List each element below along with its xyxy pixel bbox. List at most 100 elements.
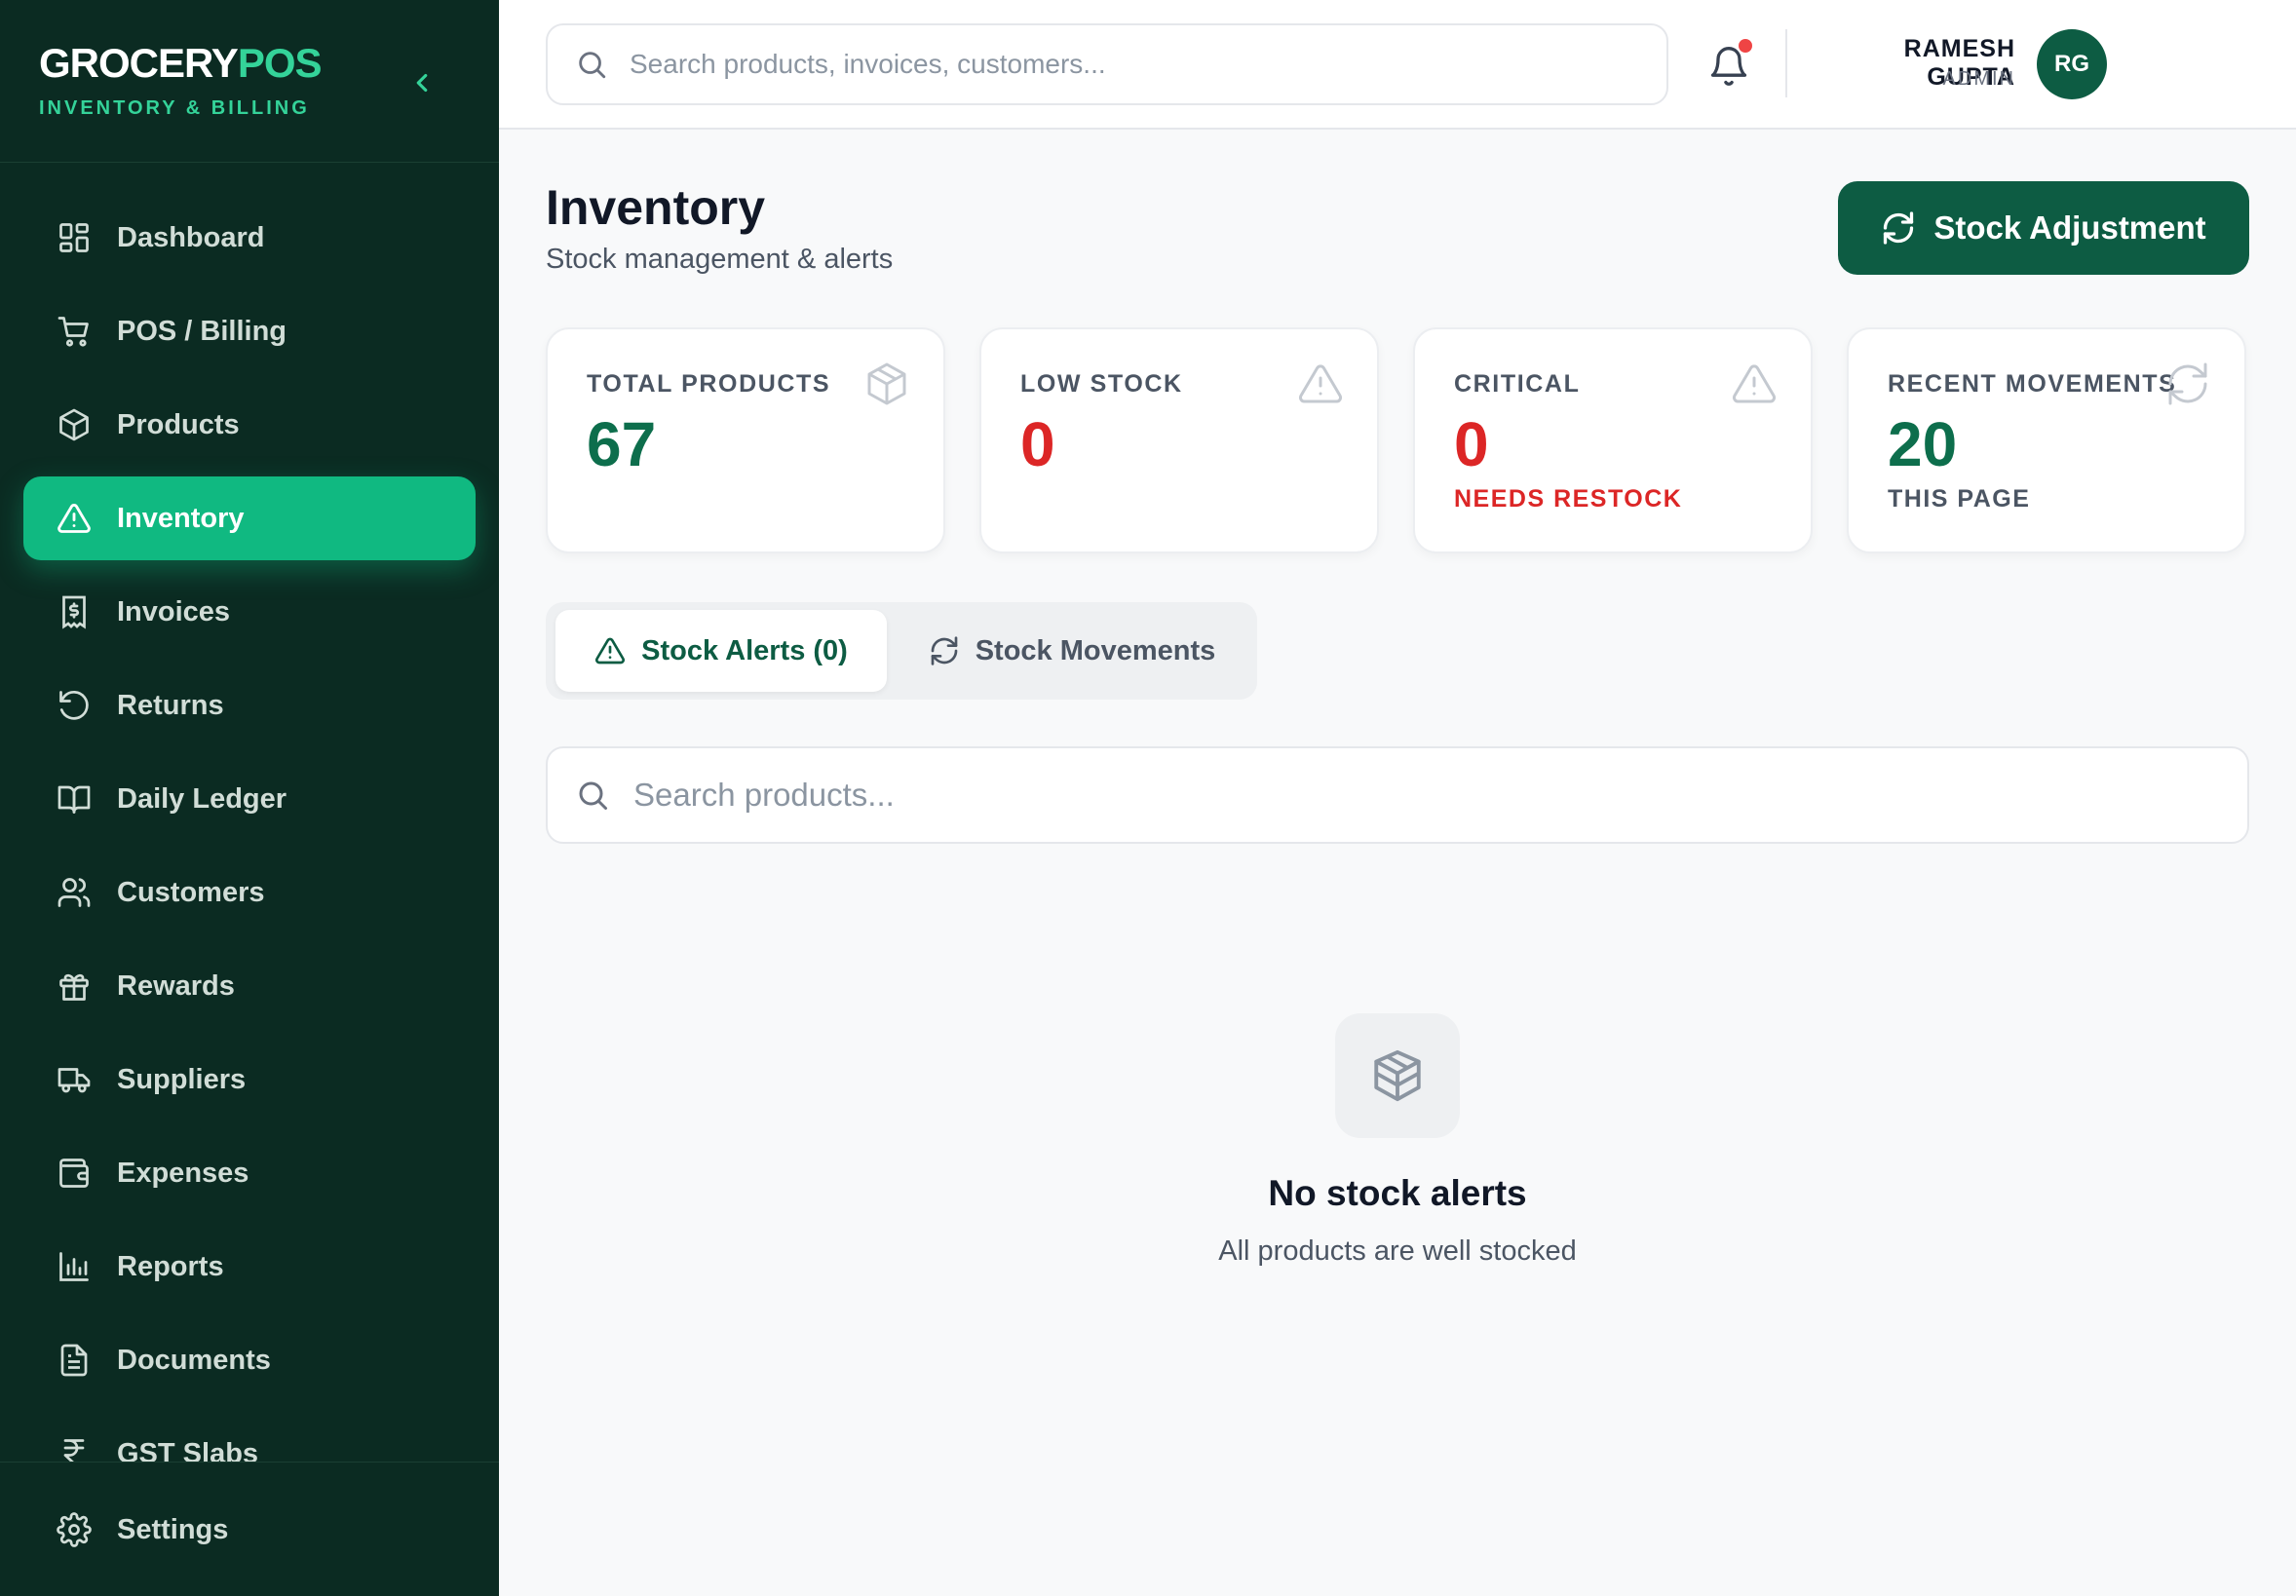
sidebar-bottom-divider: [0, 1462, 499, 1463]
stat-value: 20: [1888, 409, 1958, 479]
sidebar-item-invoices[interactable]: Invoices: [23, 570, 476, 654]
sidebar-item-settings[interactable]: Settings: [23, 1488, 476, 1572]
stat-label: CRITICAL: [1454, 370, 1581, 398]
sidebar-item-label: Reports: [117, 1250, 224, 1282]
stat-note: THIS PAGE: [1888, 485, 2031, 513]
sidebar-item-label: POS / Billing: [117, 315, 287, 347]
sidebar-item-customers[interactable]: Customers: [23, 851, 476, 934]
refresh-icon: [2168, 362, 2207, 405]
sidebar-item-label: Customers: [117, 876, 265, 908]
sidebar-item-products[interactable]: Products: [23, 383, 476, 467]
sidebar-item-pos-billing[interactable]: POS / Billing: [23, 289, 476, 373]
alert-triangle-icon: [1298, 364, 1343, 403]
search-icon: [579, 52, 606, 79]
tab-label: Stock Alerts (0): [641, 634, 848, 666]
product-search: [546, 746, 2249, 844]
rotate-ccw-icon: [55, 686, 94, 725]
sidebar-nav: Dashboard POS / Billing Products Invento…: [0, 166, 499, 1462]
file-text-icon: [55, 1341, 94, 1380]
brand: GROCERYPOS INVENTORY & BILLING: [39, 40, 323, 120]
refresh-icon: [929, 635, 960, 666]
stat-card-total-products: TOTAL PRODUCTS 67: [546, 327, 945, 553]
search-icon: [579, 781, 607, 810]
sidebar-item-reports[interactable]: Reports: [23, 1225, 476, 1309]
top-header: RAMESH GUPTA ADMIN RG: [499, 0, 2296, 130]
sidebar-item-label: Rewards: [117, 969, 235, 1002]
stat-card-low-stock: LOW STOCK 0: [979, 327, 1379, 553]
sidebar-item-label: Products: [117, 408, 240, 440]
product-search-input[interactable]: [633, 777, 2193, 814]
sidebar: GROCERYPOS INVENTORY & BILLING Dashboard…: [0, 0, 499, 1596]
sidebar-item-label: Inventory: [117, 502, 245, 534]
bar-chart-icon: [55, 1247, 94, 1286]
receipt-icon: [55, 592, 94, 631]
gear-icon: [55, 1510, 94, 1549]
brand-name-part2: POS: [237, 40, 323, 86]
stat-card-recent-movements: RECENT MOVEMENTS 20 THIS PAGE: [1847, 327, 2246, 553]
stat-label: TOTAL PRODUCTS: [587, 370, 831, 398]
tab-label: Stock Movements: [975, 634, 1216, 666]
sidebar-item-inventory[interactable]: Inventory: [23, 476, 476, 560]
stat-label: LOW STOCK: [1020, 370, 1183, 398]
sidebar-item-dashboard[interactable]: Dashboard: [23, 196, 476, 280]
empty-state-subtitle: All products are well stocked: [1218, 1235, 1577, 1267]
box-icon: [867, 362, 906, 405]
alert-triangle-icon: [1732, 364, 1777, 403]
stat-value: 0: [1020, 409, 1055, 479]
book-open-icon: [55, 779, 94, 818]
brand-divider: [0, 162, 499, 163]
sidebar-item-label: Documents: [117, 1344, 271, 1376]
sidebar-item-rewards[interactable]: Rewards: [23, 944, 476, 1028]
brand-name-part1: GROCERY: [39, 40, 239, 86]
notification-badge: [1739, 39, 1752, 53]
sidebar-item-expenses[interactable]: Expenses: [23, 1131, 476, 1215]
alert-triangle-icon: [594, 635, 626, 666]
rupee-icon: [55, 1434, 94, 1462]
sidebar-item-documents[interactable]: Documents: [23, 1318, 476, 1402]
stat-value: 67: [587, 409, 657, 479]
dashboard-icon: [55, 218, 94, 257]
stock-adjustment-button[interactable]: Stock Adjustment: [1838, 181, 2249, 275]
page-subtitle: Stock management & alerts: [546, 244, 894, 275]
empty-state-title: No stock alerts: [1268, 1173, 1527, 1213]
sidebar-item-label: Settings: [117, 1513, 229, 1545]
avatar[interactable]: RG: [2037, 29, 2107, 99]
global-search: [546, 23, 1668, 105]
sidebar-item-label: GST Slabs: [117, 1437, 259, 1463]
sidebar-item-label: Expenses: [117, 1157, 249, 1189]
stat-card-critical: CRITICAL 0 NEEDS RESTOCK: [1413, 327, 1813, 553]
chevron-left-icon: [416, 73, 428, 93]
global-search-input[interactable]: [630, 49, 1604, 80]
brand-logo: GROCERYPOS: [39, 40, 323, 86]
tab-stock-alerts[interactable]: Stock Alerts (0): [555, 610, 887, 692]
users-icon: [55, 873, 94, 912]
package-icon: [55, 405, 94, 444]
sidebar-item-label: Returns: [117, 689, 224, 721]
refresh-icon: [1881, 210, 1916, 246]
sidebar-item-label: Suppliers: [117, 1063, 247, 1095]
sidebar-item-daily-ledger[interactable]: Daily Ledger: [23, 757, 476, 841]
collapse-sidebar-button[interactable]: [400, 60, 444, 105]
sidebar-item-gst-slabs[interactable]: GST Slabs: [23, 1412, 476, 1462]
empty-state-icon-box: [1335, 1013, 1460, 1138]
gift-icon: [55, 967, 94, 1006]
sidebar-item-suppliers[interactable]: Suppliers: [23, 1038, 476, 1121]
stat-note: NEEDS RESTOCK: [1454, 485, 1683, 513]
stock-adjustment-label: Stock Adjustment: [1933, 209, 2206, 246]
tab-stock-movements[interactable]: Stock Movements: [897, 610, 1247, 692]
stat-label: RECENT MOVEMENTS: [1888, 370, 2177, 398]
sidebar-item-label: Dashboard: [117, 221, 265, 253]
truck-icon: [55, 1060, 94, 1099]
user-role: ADMIN: [1942, 68, 2015, 90]
header-divider: [1785, 29, 1787, 97]
wallet-icon: [55, 1154, 94, 1193]
stat-value: 0: [1454, 409, 1489, 479]
inventory-tabs: Stock Alerts (0) Stock Movements: [546, 602, 1257, 700]
sidebar-item-label: Daily Ledger: [117, 782, 287, 815]
page-title: Inventory: [546, 180, 766, 235]
brand-subtitle: INVENTORY & BILLING: [39, 97, 310, 119]
sidebar-item-returns[interactable]: Returns: [23, 664, 476, 747]
package-open-icon: [1374, 1049, 1421, 1102]
alert-triangle-icon: [55, 499, 94, 538]
notifications-button[interactable]: [1705, 39, 1754, 88]
